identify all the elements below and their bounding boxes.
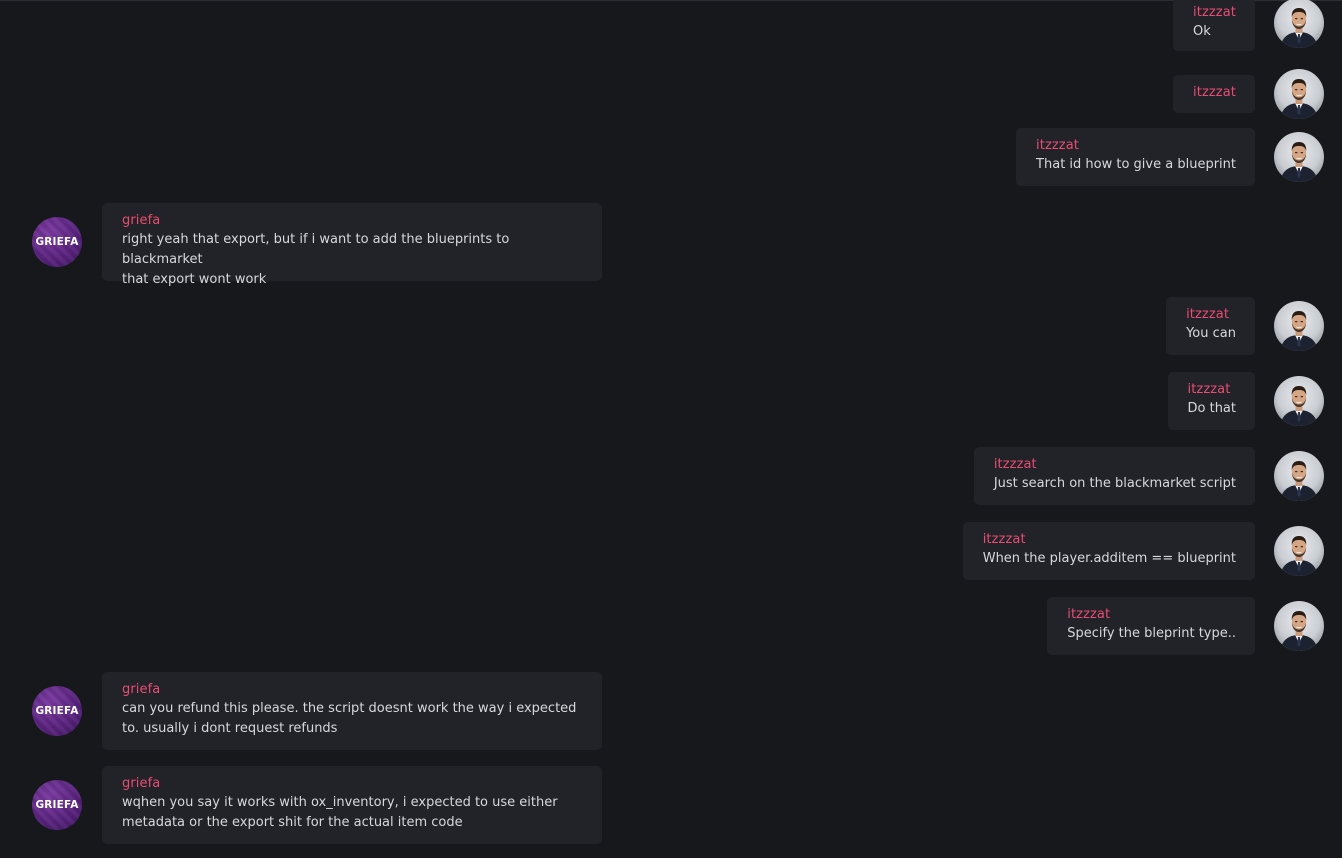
message-item[interactable]: itzzzat When the player.additem == bluep… (962, 522, 1324, 580)
message-item[interactable]: itzzzat That id how to give a blueprint (1016, 128, 1324, 186)
message-author[interactable]: itzzzat (1193, 3, 1236, 22)
griefa-avatar[interactable]: GRIEFA (32, 780, 82, 830)
message-bubble: itzzzat Just search on the blackmarket s… (973, 447, 1255, 505)
message-bubble: itzzzat Ok (1173, 0, 1255, 51)
message-item[interactable]: GRIEFA griefa can you refund this please… (32, 672, 602, 750)
message-bubble: griefa right yeah that export, but if i … (102, 203, 602, 287)
profile-photo-icon (1274, 301, 1324, 351)
message-bubble: itzzzat Specify the bleprint type.. (1047, 597, 1255, 655)
message-author[interactable]: itzzzat (1186, 305, 1236, 324)
message-bubble: itzzzat (1173, 75, 1255, 113)
user-avatar[interactable] (1274, 601, 1324, 651)
message-text: right yeah that export, but if i want to… (122, 232, 510, 287)
user-avatar[interactable] (1274, 526, 1324, 576)
message-text: Ok (1193, 24, 1211, 39)
message-text: can you refund this please. the script d… (122, 701, 577, 736)
profile-photo-icon (1274, 451, 1324, 501)
message-item[interactable]: itzzzat Do that (1167, 372, 1324, 430)
message-text: That id how to give a blueprint (1036, 157, 1236, 172)
message-author[interactable]: itzzzat (1036, 136, 1236, 155)
message-text: Just search on the blackmarket script (993, 476, 1236, 491)
message-item[interactable]: itzzzat Ok (1173, 0, 1324, 51)
message-text: When the player.additem == blueprint (982, 551, 1236, 566)
user-avatar[interactable] (1274, 301, 1324, 351)
profile-photo-icon (1274, 376, 1324, 426)
message-bubble: griefa can you refund this please. the s… (102, 672, 602, 750)
message-bubble: itzzzat That id how to give a blueprint (1016, 128, 1255, 186)
message-author[interactable]: griefa (122, 211, 588, 230)
message-item[interactable]: itzzzat You can (1166, 297, 1324, 355)
message-item[interactable]: GRIEFA griefa right yeah that export, bu… (32, 203, 602, 287)
message-author[interactable]: itzzzat (1067, 605, 1236, 624)
user-avatar[interactable] (1274, 376, 1324, 426)
message-text: You can (1186, 326, 1236, 341)
chat-message-list[interactable]: itzzzat Ok itzzzat itzzzat That id how t… (0, 0, 1342, 858)
avatar-label: GRIEFA (35, 705, 79, 717)
message-author[interactable]: itzzzat (983, 530, 1236, 549)
message-author[interactable]: griefa (122, 774, 588, 793)
user-avatar[interactable] (1274, 451, 1324, 501)
message-text: Specify the bleprint type.. (1067, 626, 1236, 641)
profile-photo-icon (1274, 601, 1324, 651)
user-avatar[interactable] (1274, 0, 1324, 48)
message-item[interactable]: itzzzat Specify the bleprint type.. (1047, 597, 1324, 655)
message-author[interactable]: griefa (122, 680, 588, 699)
profile-photo-icon (1274, 69, 1324, 119)
avatar-label: GRIEFA (35, 799, 79, 811)
message-author[interactable]: itzzzat (1188, 380, 1237, 399)
message-text: wqhen you say it works with ox_inventory… (122, 795, 558, 830)
message-bubble: griefa wqhen you say it works with ox_in… (102, 766, 602, 844)
griefa-avatar[interactable]: GRIEFA (32, 686, 82, 736)
user-avatar[interactable] (1274, 132, 1324, 182)
profile-photo-icon (1274, 0, 1324, 48)
message-author[interactable]: itzzzat (1193, 83, 1236, 102)
user-avatar[interactable] (1274, 69, 1324, 119)
message-author[interactable]: itzzzat (994, 455, 1236, 474)
profile-photo-icon (1274, 132, 1324, 182)
message-text: Do that (1187, 401, 1237, 416)
message-item[interactable]: itzzzat Just search on the blackmarket s… (973, 447, 1324, 505)
griefa-avatar[interactable]: GRIEFA (32, 217, 82, 267)
message-bubble: itzzzat When the player.additem == bluep… (962, 522, 1255, 580)
avatar-label: GRIEFA (35, 236, 79, 248)
message-bubble: itzzzat You can (1166, 297, 1255, 355)
message-item[interactable]: itzzzat (1173, 69, 1324, 119)
message-bubble: itzzzat Do that (1167, 372, 1255, 430)
message-item[interactable]: GRIEFA griefa wqhen you say it works wit… (32, 766, 602, 844)
profile-photo-icon (1274, 526, 1324, 576)
